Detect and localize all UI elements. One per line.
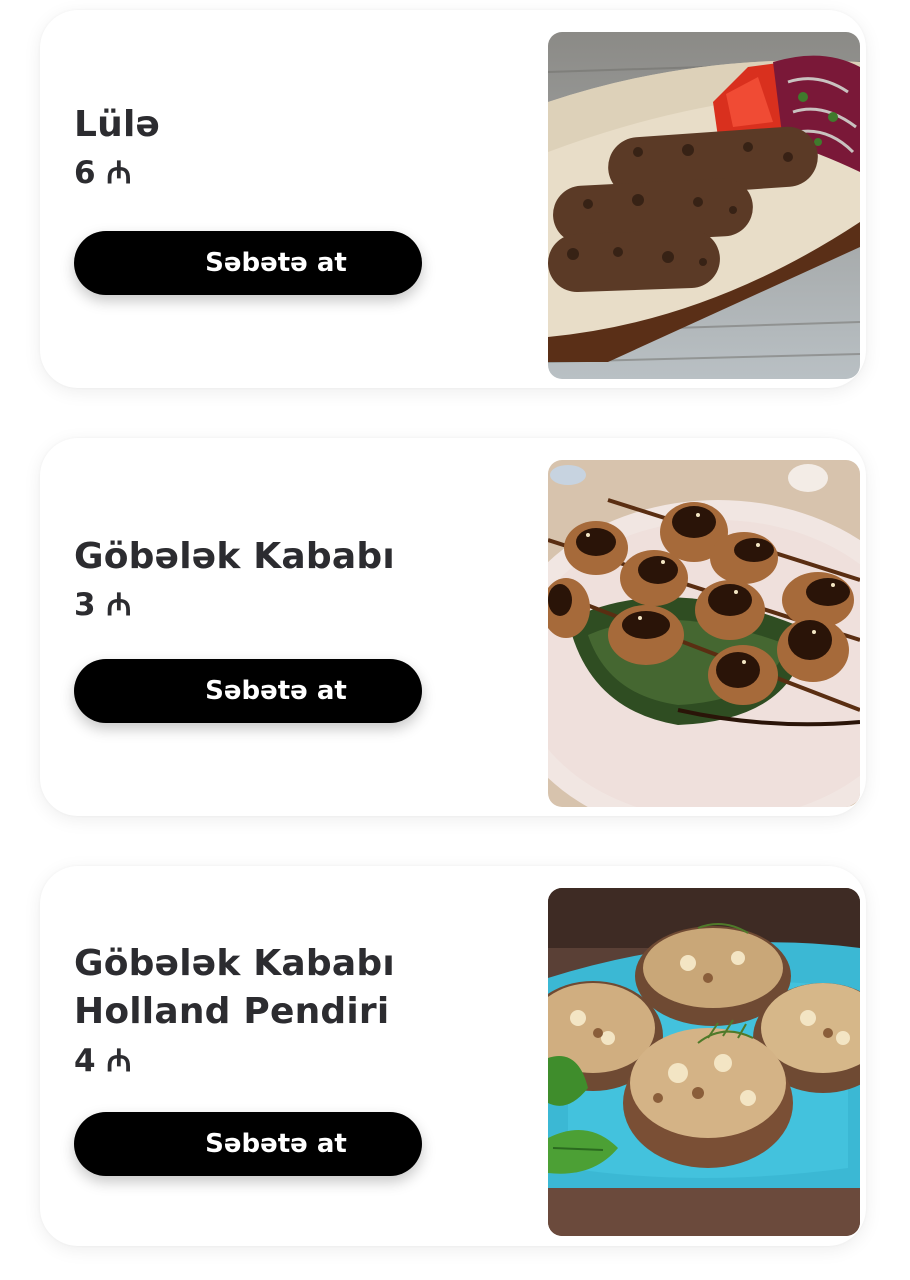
add-to-cart-button[interactable]: Səbətə at [74,659,422,723]
menu-item-info: Lülə 6 ₼ [74,102,446,192]
mushroom-kebab-photo [548,460,860,807]
menu-item-price: 3 ₼ [74,587,132,623]
menu-item-card: Göbələk Kababı Holland Pendiri 4 ₼ Səbət… [40,866,866,1246]
menu-item-info: Göbələk Kababı Holland Pendiri 4 ₼ [74,940,446,1080]
menu-item-card: Lülə 6 ₼ Səbətə at [40,10,866,388]
menu-item-name: Göbələk Kababı Holland Pendiri [74,943,395,1032]
menu-item-info: Göbələk Kababı 3 ₼ [74,534,446,624]
menu-item-card: Göbələk Kababı 3 ₼ Səbətə at [40,438,866,816]
add-to-cart-button[interactable]: Səbətə at [74,1112,422,1176]
menu-item-image[interactable] [548,460,860,807]
menu-item-image[interactable] [548,888,860,1236]
stuffed-mushroom-photo [548,888,860,1236]
menu-item-price: 6 ₼ [74,155,132,191]
menu-item-name: Lülə [74,104,161,145]
menu-item-image[interactable] [548,32,860,379]
menu-item-price: 4 ₼ [74,1043,132,1079]
lule-kebab-photo [548,32,860,379]
menu-item-name: Göbələk Kababı [74,536,395,577]
add-to-cart-button[interactable]: Səbətə at [74,231,422,295]
